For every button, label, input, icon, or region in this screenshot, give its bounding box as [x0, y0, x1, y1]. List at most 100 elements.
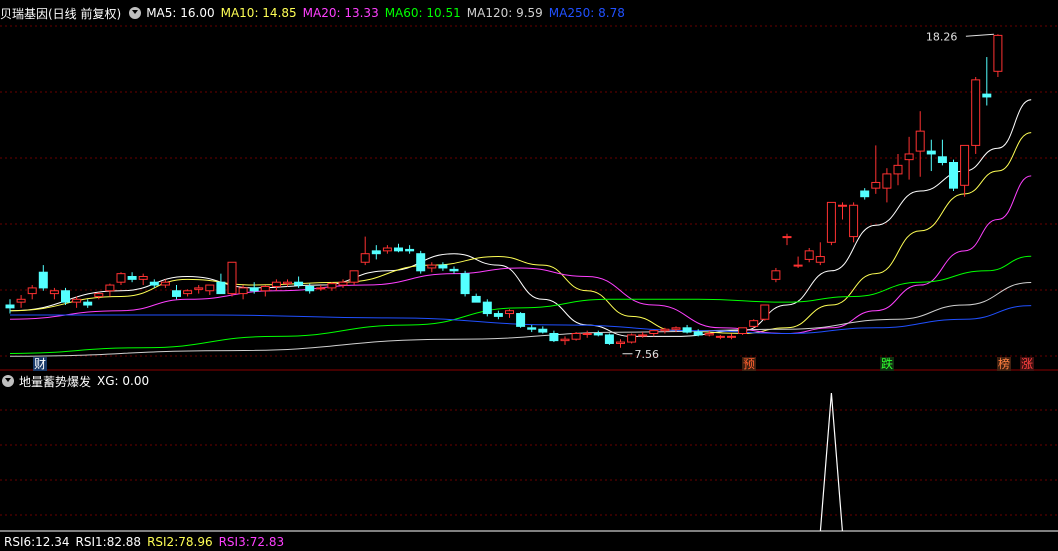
- candle-body: [360, 253, 370, 263]
- candle-body: [671, 327, 681, 330]
- ma-line-ma60: [9, 255, 1032, 354]
- candle-body: [604, 334, 614, 344]
- candle-body: [194, 287, 204, 290]
- candle-body: [5, 304, 15, 309]
- candle-body: [238, 287, 248, 295]
- candle-body: [549, 333, 559, 342]
- candle-body: [804, 250, 814, 260]
- candle-body: [338, 281, 348, 286]
- candle-body: [49, 290, 59, 295]
- candle-body: [860, 190, 870, 198]
- candle-body: [826, 201, 836, 243]
- candle-body: [127, 276, 137, 280]
- rsi-label-2: RSI2:78.96: [147, 535, 213, 549]
- grid-lines: [0, 25, 1058, 532]
- candle-body: [782, 236, 792, 239]
- candle-body: [394, 247, 403, 252]
- candle-body: [593, 333, 603, 336]
- ma-line-ma10: [9, 132, 1032, 335]
- candle-body: [493, 313, 503, 317]
- rsi-label-3: RSI3:72.83: [218, 535, 285, 549]
- rsi-label-1: RSI1:82.88: [75, 535, 142, 549]
- event-tag-report[interactable]: 财: [33, 357, 48, 371]
- candle-body: [283, 281, 292, 285]
- xg-indicator: [0, 392, 1058, 532]
- candle-body: [871, 181, 881, 189]
- candle-body: [271, 281, 281, 287]
- candle-body: [915, 130, 925, 152]
- candle-body: [294, 281, 304, 286]
- candle-body: [382, 247, 392, 252]
- candle-body: [94, 293, 104, 297]
- candle-body: [949, 162, 958, 189]
- candle-body: [982, 93, 992, 98]
- candle-body: [149, 281, 159, 286]
- candle-body: [560, 338, 570, 342]
- candle-body: [738, 327, 748, 334]
- candle-body: [61, 290, 70, 303]
- candle-body: [882, 173, 892, 189]
- candle-body: [960, 144, 970, 186]
- candle-body: [427, 264, 437, 269]
- candle-body: [416, 253, 426, 272]
- candle-body: [449, 268, 459, 272]
- candle-body: [72, 298, 82, 303]
- candle-body: [849, 204, 859, 238]
- candle-body: [205, 284, 215, 292]
- candle-body: [760, 304, 770, 320]
- candle-body: [227, 261, 237, 295]
- candle-body: [83, 301, 93, 306]
- chevron-down-icon[interactable]: [2, 375, 14, 387]
- candle-body: [38, 271, 48, 289]
- candle-body: [505, 310, 514, 315]
- candle-body: [693, 331, 703, 336]
- candle-body: [305, 285, 315, 292]
- event-tag-ranking[interactable]: 榜: [997, 357, 1012, 371]
- price-chart[interactable]: 18.26 7.56: [0, 0, 1058, 541]
- candle-body: [971, 79, 981, 146]
- candle-body: [482, 301, 492, 315]
- candle-body: [172, 290, 181, 297]
- candle-body: [815, 256, 825, 263]
- event-tag-rise[interactable]: 涨: [1020, 357, 1035, 371]
- candle-body: [260, 285, 270, 292]
- candle-body: [616, 341, 625, 344]
- low-price-marker: 7.56: [635, 348, 660, 361]
- event-tag-forecast[interactable]: 预: [742, 357, 757, 371]
- candle-body: [405, 248, 415, 252]
- candle-body: [116, 273, 126, 283]
- candle-body: [893, 164, 903, 175]
- ma-line-ma5: [9, 99, 1032, 337]
- xg-signal-spike: [819, 392, 843, 532]
- candle-body: [138, 276, 148, 280]
- candle-body: [704, 333, 714, 336]
- candle-body: [183, 290, 193, 295]
- candle-body: [937, 156, 947, 164]
- candle-body: [638, 334, 648, 337]
- candle-body: [926, 150, 936, 155]
- candle-body: [105, 284, 115, 292]
- candle-body: [727, 335, 736, 338]
- candle-body: [471, 295, 481, 303]
- candle-body: [438, 264, 448, 269]
- candle-body: [749, 320, 759, 327]
- high-price-marker: 18.26: [926, 30, 958, 43]
- candle-body: [216, 281, 226, 295]
- candle-body: [516, 313, 526, 327]
- candle-body: [327, 283, 337, 289]
- ma-line-ma20: [9, 175, 1032, 335]
- event-tag-drop[interactable]: 跌: [880, 357, 895, 371]
- candle-body: [904, 153, 914, 161]
- candle-body: [993, 34, 1003, 72]
- candle-body: [160, 281, 170, 286]
- candle-body: [627, 334, 637, 343]
- candle-body: [249, 287, 259, 292]
- candle-body: [349, 270, 359, 283]
- candle-body: [682, 327, 692, 333]
- candle-body: [715, 335, 725, 338]
- indicator-name: 地量蓄势爆发: [19, 374, 92, 389]
- candle-body: [16, 298, 26, 303]
- rsi-header: RSI6:12.34 RSI1:82.88 RSI2:78.96 RSI3:72.83: [0, 533, 290, 551]
- candle-body: [538, 328, 548, 333]
- indicator-header: 地量蓄势爆发 XG: 0.00: [0, 372, 155, 390]
